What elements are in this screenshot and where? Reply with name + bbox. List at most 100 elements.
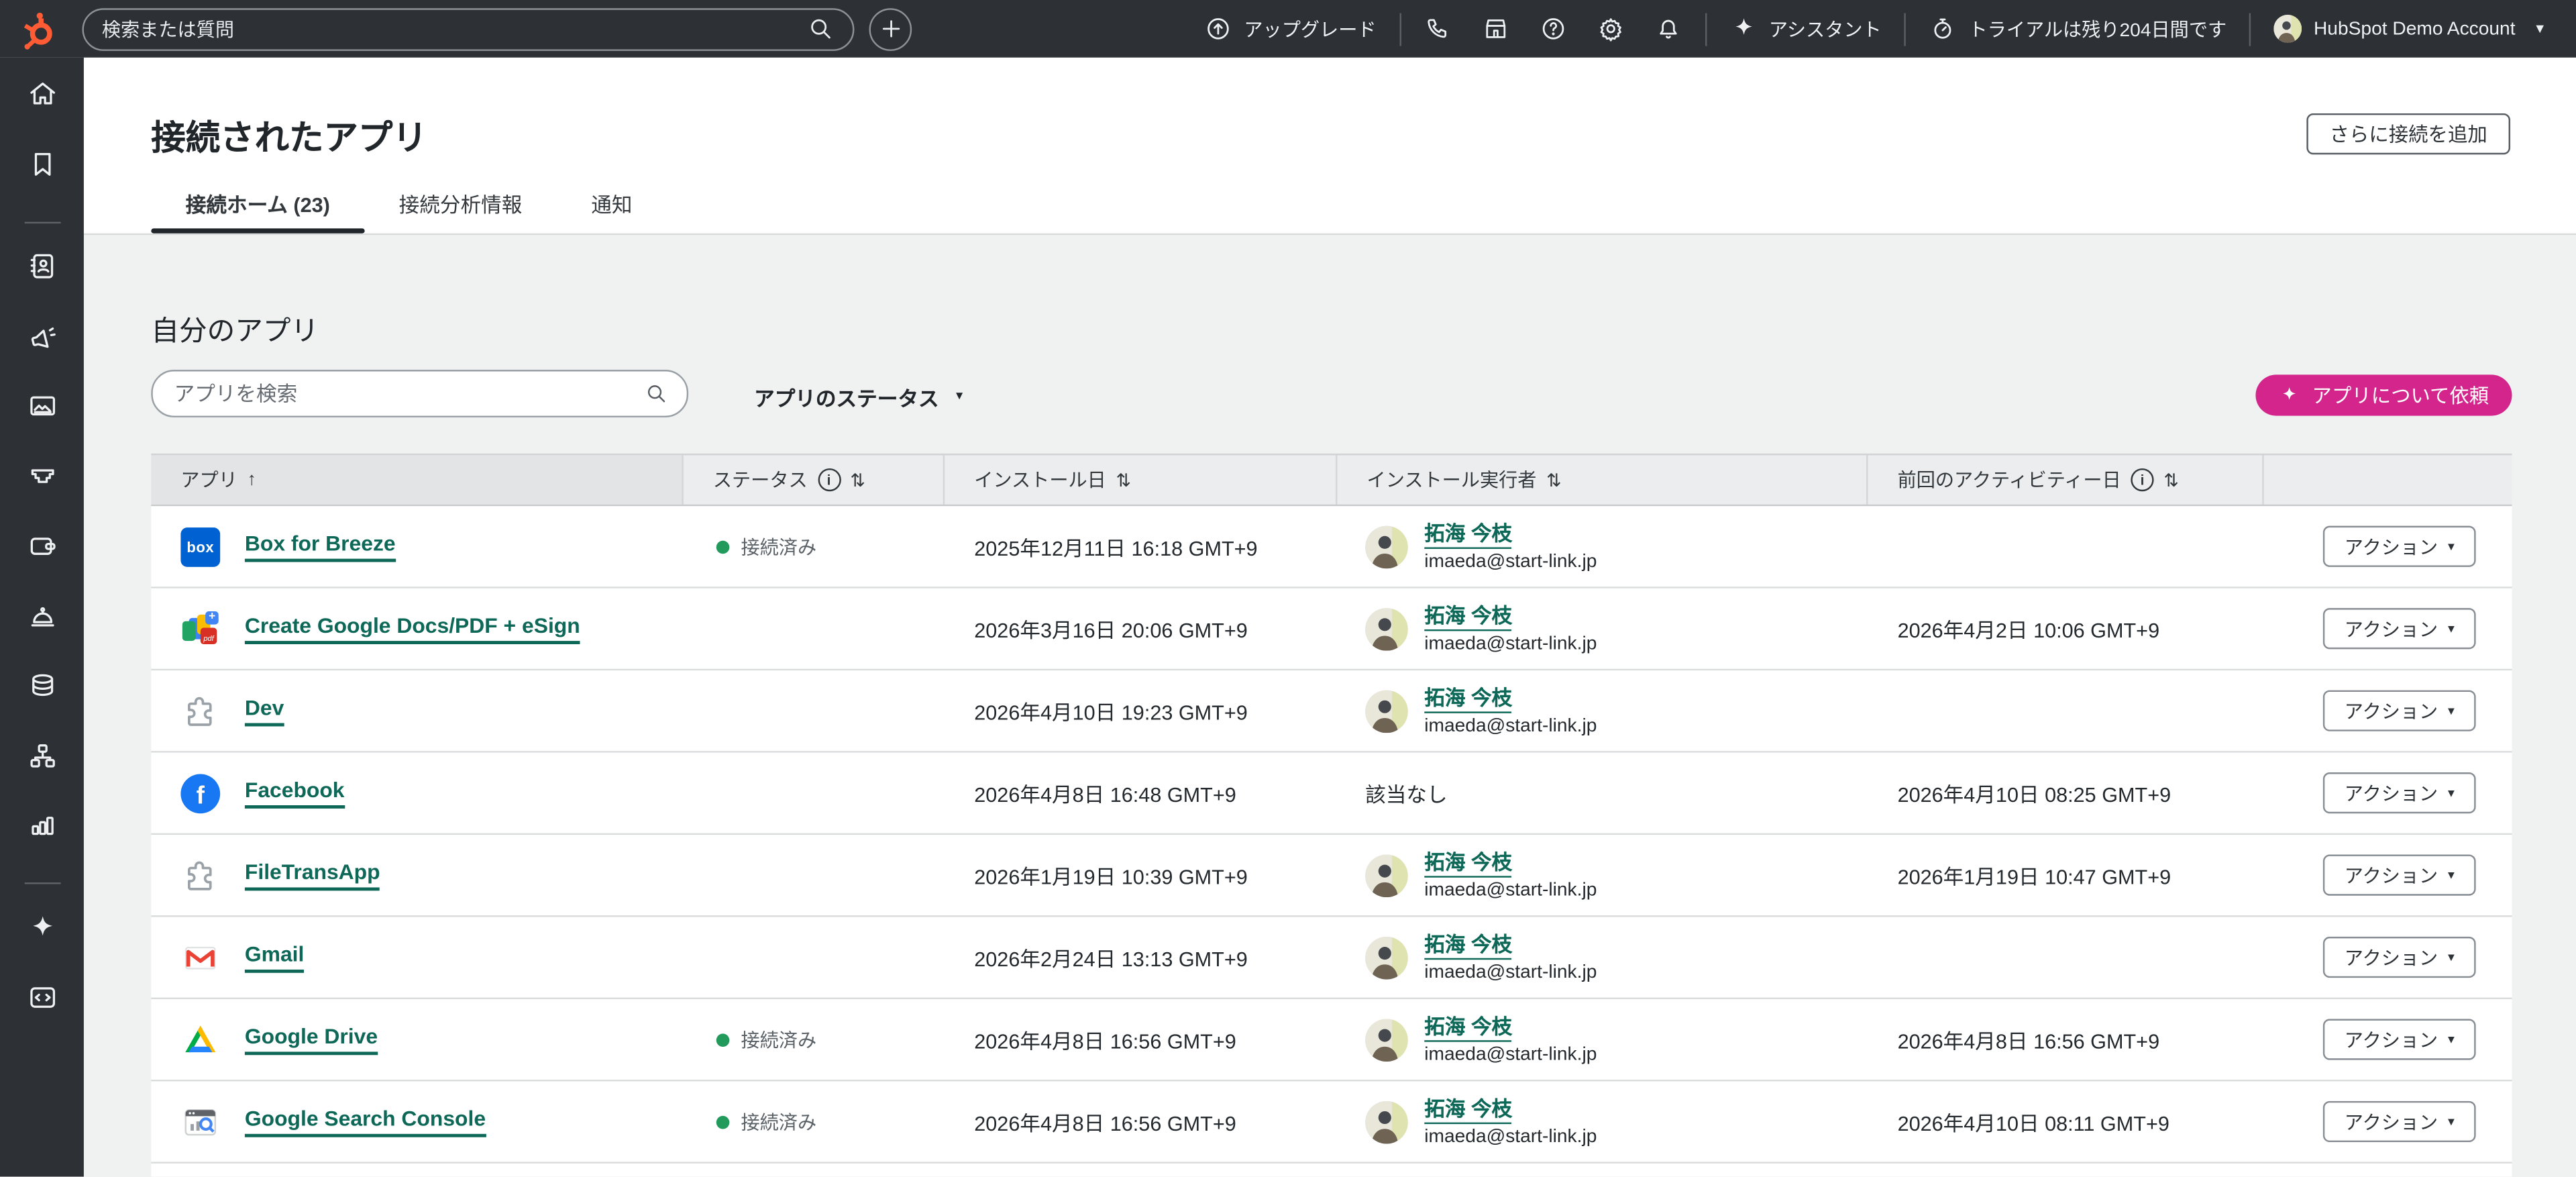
info-icon[interactable]: i [2131,468,2153,491]
actions-button[interactable]: アクション▾ [2323,1019,2476,1060]
upgrade-button[interactable]: アップグレード [1190,15,1391,43]
sidebar-item-sales-funnel[interactable] [14,448,70,503]
sidebar-item-ai-sparkle[interactable] [14,900,70,956]
actions-button[interactable]: アクション▾ [2323,937,2476,978]
column-label: 前回のアクティビティー日 [1898,467,2121,493]
hubspot-logo-icon[interactable] [15,7,58,50]
sidebar-item-developer-code[interactable] [14,970,70,1025]
request-app-button[interactable]: アプリについて依頼 [2256,374,2512,415]
actions-label: アクション [2345,1109,2438,1135]
actions-button[interactable]: アクション▾ [2323,854,2476,895]
installer-email: imaeda@start-link.jp [1424,1044,1597,1064]
sidebar-item-reporting-barchart[interactable] [14,797,70,853]
global-search-input[interactable]: 検索または質問 [82,7,854,50]
installer-link[interactable]: 拓海 今枝 [1424,850,1512,876]
tab-connection-home[interactable]: 接続ホーム (23) [151,171,364,234]
phone-icon [1424,15,1452,43]
sidebar-item-service-bell[interactable] [14,588,70,644]
column-header-2[interactable]: ステータスi⇅ [684,455,945,504]
column-label: インストール実行者 [1367,467,1537,493]
table-row: pdf+Create Google Docs/PDF + eSign2026年3… [151,588,2512,670]
installer-link[interactable]: 拓海 今枝 [1424,933,1512,959]
app-link[interactable]: Facebook [245,778,345,808]
installer-avatar [1365,936,1408,979]
app-link[interactable]: FileTransApp [245,860,380,890]
installer-link[interactable]: 拓海 今枝 [1424,604,1512,630]
app-link[interactable]: Google Drive [245,1025,378,1055]
installer-link[interactable]: 拓海 今枝 [1424,1097,1512,1123]
app-link[interactable]: Gmail [245,942,304,972]
calling-button[interactable] [1409,15,1466,43]
upgrade-icon [1205,15,1233,43]
installer-avatar [1365,689,1408,732]
column-header-5[interactable]: 前回のアクティビティー日i⇅ [1868,455,2263,504]
app-link[interactable]: Dev [245,696,284,726]
actions-button[interactable]: アクション▾ [2323,608,2476,649]
section-title: 自分のアプリ [151,307,319,348]
create-button[interactable] [869,7,912,50]
last-activity-date: 2026年4月8日 16:56 GMT+9 [1868,999,2263,1080]
notifications-button[interactable] [1639,15,1697,43]
table-row: Google Search Console接続済み2026年4月8日 16:56… [151,1081,2512,1163]
column-header-4[interactable]: インストール実行者 ⇅ [1337,455,1868,504]
column-header-1[interactable]: アプリ↑ [151,455,683,504]
sidebar-item-marketing-megaphone[interactable] [14,308,70,364]
automations-orgchart-icon [25,739,58,772]
actions-button[interactable]: アクション▾ [2323,690,2476,731]
add-connection-button[interactable]: さらに接続を追加 [2306,113,2510,154]
install-date: 2026年4月8日 16:56 GMT+9 [945,999,1337,1080]
tab-notifications[interactable]: 通知 [557,171,667,234]
divider [2249,12,2251,45]
info-icon[interactable]: i [817,468,840,491]
actions-label: アクション [2345,533,2438,560]
status-label: 接続済み [741,533,816,560]
installer-link[interactable]: 拓海 今枝 [1424,522,1512,548]
assistant-button[interactable]: アシスタント [1715,15,1896,43]
marketplace-button[interactable] [1466,15,1524,43]
installer-link[interactable]: 拓海 今枝 [1424,686,1512,712]
chevron-down-icon: ▼ [954,391,965,403]
status-connected-dot [716,1033,730,1046]
app-link[interactable]: Create Google Docs/PDF + eSign [245,613,580,644]
sidebar-divider [24,221,60,222]
last-activity-date [1868,1164,2263,1177]
help-icon [1539,15,1567,43]
settings-button[interactable] [1582,15,1640,43]
chevron-down-icon: ▾ [2448,1032,2455,1047]
chevron-down-icon: ▾ [2448,539,2455,554]
home-icon [25,77,58,110]
sidebar-item-crm-contacts[interactable] [14,238,70,294]
table-row: fFacebook2026年4月8日 16:48 GMT+9該当なし2026年4… [151,753,2512,835]
last-activity-date [1868,670,2263,751]
sidebar-item-bookmarks[interactable] [14,136,70,191]
trial-label: トライアルは残り204日間です [1968,15,2226,42]
app-link[interactable]: Box for Breeze [245,531,396,562]
installer-email: imaeda@start-link.jp [1424,880,1597,899]
actions-button[interactable]: アクション▾ [2323,772,2476,813]
sort-icon: ⇅ [1546,469,1562,491]
sidebar-item-content-media[interactable] [14,378,70,433]
installer-email: imaeda@start-link.jp [1424,552,1597,571]
trial-status[interactable]: トライアルは残り204日間です [1915,15,2242,43]
account-menu[interactable]: HubSpot Demo Account ▼ [2259,15,2561,43]
app-link[interactable]: Google Search Console [245,1107,486,1137]
sidebar-item-automations-orgchart[interactable] [14,727,70,783]
tab-connection-insights[interactable]: 接続分析情報 [364,171,557,234]
installer-avatar [1365,525,1408,568]
help-button[interactable] [1524,15,1582,43]
actions-button[interactable]: アクション ▾ [2323,526,2476,567]
sparkle-icon [2279,385,2301,406]
actions-button[interactable]: アクション▾ [2323,1101,2476,1142]
actions-label: アクション [2345,698,2438,724]
sidebar-item-commerce-wallet[interactable] [14,517,70,573]
installer-avatar [1365,607,1408,650]
sidebar-item-data-database[interactable] [14,658,70,713]
column-header-3[interactable]: インストール日⇅ [945,455,1337,504]
account-avatar [2274,15,2302,43]
installer-link[interactable]: 拓海 今枝 [1424,1015,1512,1041]
sidebar-item-home[interactable] [14,66,70,121]
last-activity-date [1868,917,2263,998]
status-label: 接続済み [741,1026,816,1052]
app-status-filter[interactable]: アプリのステータス ▼ [754,381,965,413]
app-search-input[interactable] [171,380,644,407]
